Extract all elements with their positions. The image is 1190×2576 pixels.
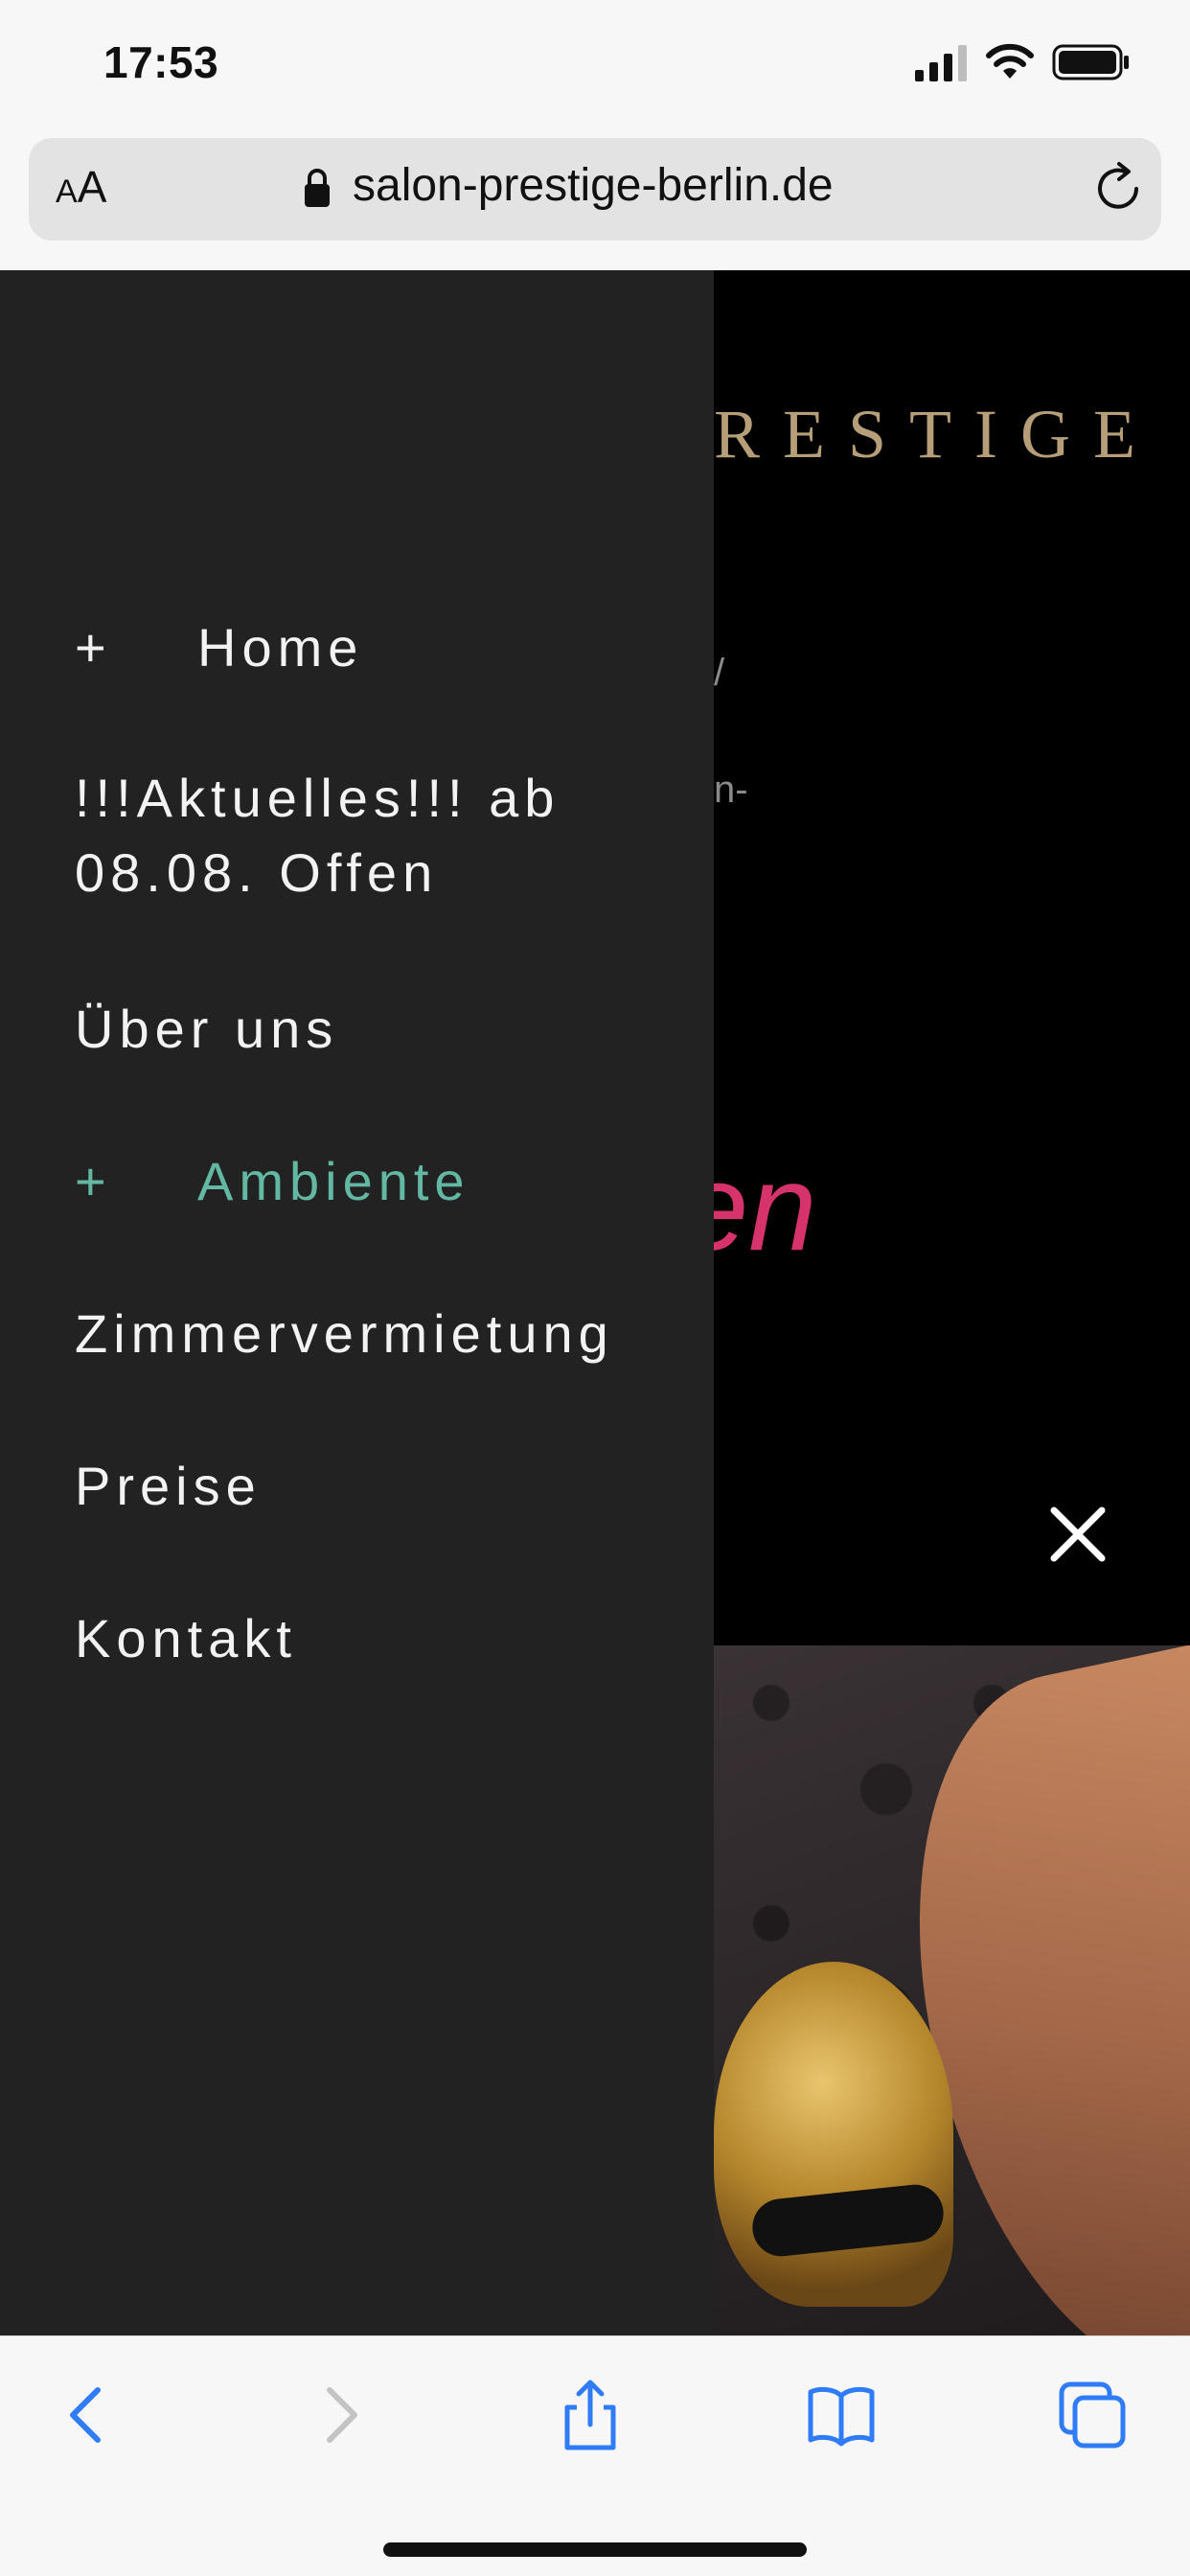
hero-image — [714, 1645, 1190, 2335]
tabs-icon[interactable] — [1056, 2379, 1129, 2451]
menu-item-home[interactable]: + Home — [75, 610, 363, 685]
status-time: 17:53 — [103, 37, 219, 87]
menu-item-zimmervermietung[interactable]: Zimmervermietung — [75, 1297, 614, 1371]
lock-icon — [305, 169, 330, 207]
browser-toolbar — [0, 2335, 1190, 2576]
status-bar: 17:53 — [0, 0, 1190, 129]
home-indicator[interactable] — [383, 2542, 807, 2557]
cellular-signal-icon — [915, 45, 967, 81]
background-text-fragment: / — [714, 652, 725, 694]
reload-icon[interactable] — [1090, 161, 1146, 217]
web-page: RESTIGE / n- en + Home !!!Aktuelles!!! ab… — [0, 270, 1190, 2335]
back-icon[interactable] — [52, 2379, 125, 2451]
close-menu-icon[interactable] — [1046, 1503, 1110, 1566]
menu-item-label-line2[interactable]: 08.08. Offen — [75, 836, 560, 910]
plus-icon[interactable]: + — [75, 1144, 197, 1219]
menu-item-ambiente[interactable]: + Ambiente — [75, 1144, 470, 1219]
menu-item-label[interactable]: !!!Aktuelles!!! ab — [75, 761, 560, 836]
share-icon[interactable] — [554, 2379, 627, 2451]
background-text-fragment: n- — [714, 769, 748, 811]
menu-item-label[interactable]: Über uns — [75, 999, 338, 1059]
menu-item-aktuelles[interactable]: !!!Aktuelles!!! ab 08.08. Offen — [75, 761, 560, 910]
menu-item-label[interactable]: Zimmervermietung — [75, 1303, 614, 1364]
navigation-drawer: + Home !!!Aktuelles!!! ab 08.08. Offen Üb… — [0, 270, 714, 2335]
wifi-icon — [986, 43, 1034, 79]
text-size-button[interactable]: AA — [56, 161, 106, 213]
battery-icon — [1052, 44, 1129, 80]
site-logo[interactable]: RESTIGE — [714, 395, 1158, 474]
menu-item-ueber-uns[interactable]: Über uns — [75, 992, 338, 1067]
menu-item-kontakt[interactable]: Kontakt — [75, 1601, 297, 1676]
plus-icon[interactable]: + — [75, 610, 197, 685]
bookmarks-icon[interactable] — [805, 2379, 878, 2451]
url-text[interactable]: salon-prestige-berlin.de — [353, 159, 834, 212]
forward-icon[interactable] — [303, 2379, 376, 2451]
menu-item-label[interactable]: Kontakt — [75, 1608, 297, 1668]
menu-item-preise[interactable]: Preise — [75, 1449, 262, 1524]
menu-item-label[interactable]: Ambiente — [197, 1151, 470, 1211]
address-bar[interactable]: AA salon-prestige-berlin.de — [29, 138, 1161, 241]
menu-item-label[interactable]: Home — [197, 617, 363, 678]
menu-item-label[interactable]: Preise — [75, 1456, 262, 1516]
